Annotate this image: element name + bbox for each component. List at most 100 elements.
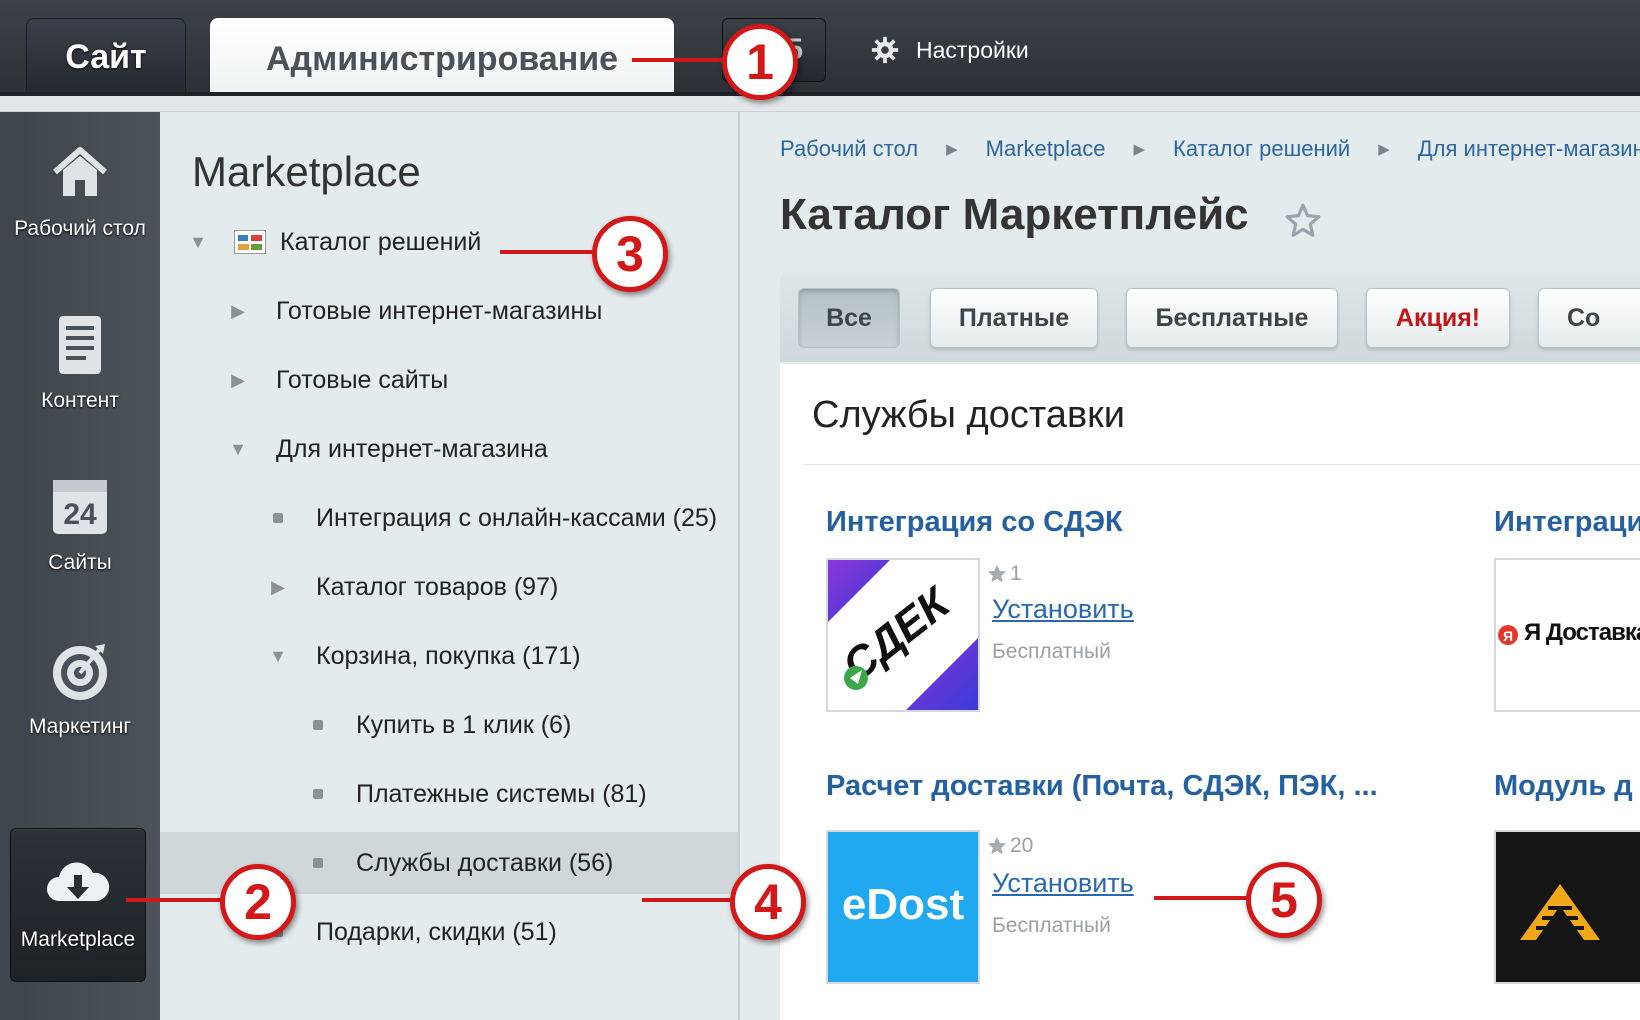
callout-pointer	[126, 898, 222, 902]
sidebar-item-desktop[interactable]: Рабочий стол	[0, 140, 160, 290]
tree-item-ready-sites[interactable]: ▶ Готовые сайты	[160, 358, 738, 402]
card-title-link[interactable]: Интеграция со СДЭК	[826, 506, 1123, 539]
sidebar-item-marketing[interactable]: Маркетинг	[0, 638, 160, 788]
section-title: Службы доставки	[812, 394, 1125, 436]
target-icon	[53, 644, 107, 700]
main-content: Рабочий стол ▶ Marketplace ▶ Каталог реш…	[742, 112, 1640, 1020]
tree-item-label: Готовые сайты	[276, 365, 449, 394]
tree-item-for-shop[interactable]: ▼ Для интернет-магазина	[160, 427, 738, 471]
catalog-content: Службы доставки Интеграция со СДЭК СДЕК	[780, 364, 1640, 1020]
tree-item-label: Платежные системы (81)	[356, 779, 647, 808]
callout-pointer	[632, 58, 724, 62]
breadcrumb: Рабочий стол ▶ Marketplace ▶ Каталог реш…	[780, 136, 1640, 162]
sidebar-item-sites[interactable]: 24 Сайты	[0, 474, 160, 624]
tree-item-label: Купить в 1 клик (6)	[356, 710, 572, 739]
card-logo-text: Я Доставка	[1524, 619, 1640, 646]
sidebar-item-marketplace[interactable]: Marketplace	[10, 828, 146, 982]
tree-item-payment[interactable]: Платежные системы (81)	[160, 772, 738, 816]
sidebar-item-label: Marketplace	[20, 928, 136, 951]
filter-free-button[interactable]: Бесплатные	[1126, 288, 1338, 348]
svg-text:24: 24	[63, 498, 97, 531]
card-logo[interactable]: Я Я Доставка	[1494, 558, 1640, 712]
home-icon	[53, 147, 107, 196]
breadcrumb-item[interactable]: Каталог решений	[1173, 136, 1350, 162]
tab-administration[interactable]: Администрирование	[210, 18, 674, 100]
chevron-right-icon[interactable]: ▶	[266, 575, 290, 599]
catalog-icon	[234, 230, 266, 254]
chevron-right-icon: ▶	[1133, 141, 1146, 158]
tree-item-label: Для интернет-магазина	[276, 434, 548, 463]
callout-pointer	[500, 250, 594, 254]
tree-item-cart[interactable]: ▼ Корзина, покупка (171)	[160, 634, 738, 678]
settings-label: Настройки	[916, 36, 1029, 63]
chevron-right-icon[interactable]: ▶	[226, 299, 250, 323]
page-title: Каталог Маркетплейс	[780, 190, 1249, 239]
svg-text:Я: Я	[1503, 628, 1513, 644]
install-link[interactable]: Установить	[992, 868, 1134, 899]
bullet-icon	[313, 858, 323, 868]
tree-item-label: Подарки, скидки (51)	[316, 917, 557, 946]
chevron-down-icon[interactable]: ▼	[266, 644, 290, 668]
chevron-down-icon[interactable]: ▼	[186, 230, 210, 254]
tree-item-label: Службы доставки (56)	[356, 848, 614, 877]
icon-sidebar: Рабочий стол Контент 24 Сайты Маркетинг	[0, 112, 160, 1020]
callout-pointer	[1154, 896, 1248, 900]
tree-item-one-click[interactable]: Купить в 1 клик (6)	[160, 703, 738, 747]
tree-item-label: Корзина, покупка (171)	[316, 641, 581, 670]
filter-bar: Все Платные Бесплатные Акция! Со	[780, 272, 1640, 362]
top-bar: Сайт Администрирование 5 Настройки	[0, 0, 1640, 100]
callout-badge: 2	[220, 864, 296, 940]
calendar-24-icon: 24	[53, 480, 107, 534]
callout-badge: 1	[722, 24, 798, 100]
chevron-down-icon[interactable]: ▼	[226, 437, 250, 461]
breadcrumb-item[interactable]: Рабочий стол	[780, 136, 918, 162]
tree-item-label: Каталог товаров (97)	[316, 572, 559, 601]
edost-logo: eDost	[841, 880, 965, 929]
card-price: Бесплатный	[992, 640, 1111, 663]
chevron-right-icon: ▶	[1378, 141, 1390, 158]
sidebar-item-content[interactable]: Контент	[0, 312, 160, 462]
card-logo[interactable]: СДЕК	[826, 558, 980, 712]
callout-badge: 4	[730, 864, 806, 940]
document-icon	[59, 316, 101, 374]
chevron-right-icon[interactable]: ▶	[226, 368, 250, 392]
cdek-logo: СДЕК	[828, 560, 978, 710]
tree-item-label: Каталог решений	[280, 227, 482, 256]
card-title-link[interactable]: Интеграци	[1494, 506, 1640, 539]
star-icon	[987, 564, 1007, 583]
tree-item-label: Интеграция с онлайн-кассами (25)	[316, 503, 718, 532]
filter-promo-button[interactable]: Акция!	[1366, 288, 1510, 348]
breadcrumb-item[interactable]: Для интернет-магазин	[1418, 136, 1640, 162]
topbar-divider	[0, 96, 1640, 112]
sidebar-item-label: Маркетинг	[28, 715, 132, 738]
card-rating: 20	[986, 834, 1033, 858]
filter-more-button[interactable]: Со	[1538, 288, 1640, 348]
callout-badge: 5	[1246, 862, 1322, 938]
star-icon	[987, 836, 1007, 855]
settings-link[interactable]: Настройки	[870, 30, 1029, 70]
card-title-link[interactable]: Модуль д	[1494, 770, 1633, 803]
callout-pointer	[642, 898, 732, 902]
breadcrumb-item[interactable]: Marketplace	[986, 136, 1106, 162]
card-logo[interactable]	[1494, 830, 1640, 984]
sidebar-item-label: Сайты	[48, 551, 112, 574]
card-title-link[interactable]: Расчет доставки (Почта, СДЭК, ПЭК, ...	[826, 770, 1378, 803]
chevron-right-icon: ▶	[946, 141, 958, 158]
card-logo[interactable]: eDost	[826, 830, 980, 984]
tree-item-ready-shops[interactable]: ▶ Готовые интернет-магазины	[160, 289, 738, 333]
tree-item-online-kassa[interactable]: Интеграция с онлайн-кассами (25)	[160, 496, 738, 540]
install-link[interactable]: Установить	[992, 594, 1134, 625]
tree-title: Marketplace	[192, 148, 421, 195]
star-icon[interactable]	[1284, 202, 1322, 240]
module-logo	[1520, 884, 1600, 940]
sidebar-item-label: Контент	[41, 389, 119, 412]
filter-all-button[interactable]: Все	[798, 288, 900, 348]
tree-item-product-catalog[interactable]: ▶ Каталог товаров (97)	[160, 565, 738, 609]
card-price: Бесплатный	[992, 914, 1111, 937]
filter-paid-button[interactable]: Платные	[930, 288, 1098, 348]
divider	[804, 464, 1640, 465]
cloud-download-icon	[47, 862, 110, 901]
gear-icon	[871, 36, 899, 64]
bullet-icon	[273, 513, 283, 523]
tab-site[interactable]: Сайт	[26, 18, 186, 96]
